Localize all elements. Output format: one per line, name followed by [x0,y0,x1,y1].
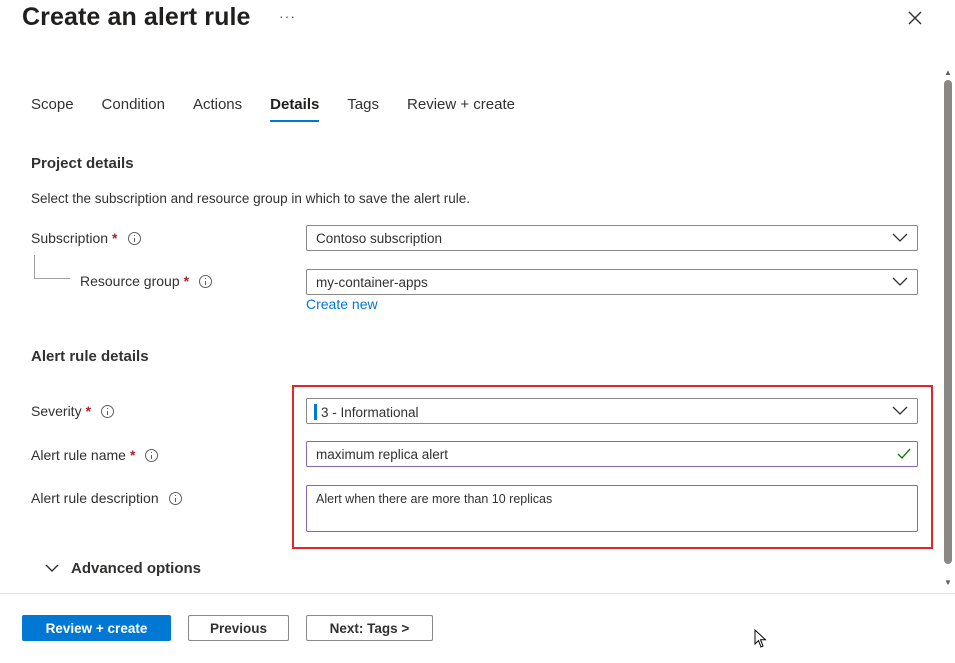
alert-rule-name-label-text: Alert rule name [31,447,126,463]
mouse-cursor-icon [754,629,767,648]
info-icon[interactable] [101,404,115,418]
required-marker: * [85,403,92,419]
advanced-options-label: Advanced options [71,560,202,577]
resource-group-label: Resource group * [80,273,213,289]
required-marker: * [183,273,190,289]
tab-actions[interactable]: Actions [193,96,242,121]
tab-condition[interactable]: Condition [102,96,165,121]
close-icon[interactable] [906,9,924,27]
info-icon[interactable] [127,231,141,245]
tab-bar: Scope Condition Actions Details Tags Rev… [31,96,543,122]
required-marker: * [112,230,118,246]
severity-label-text: Severity [31,403,82,419]
subscription-label: Subscription * [31,230,141,246]
scroll-down-arrow-icon[interactable]: ▼ [944,578,952,587]
required-marker: * [129,447,136,463]
resource-group-dropdown[interactable]: my-container-apps [306,269,918,295]
info-icon[interactable] [145,448,159,462]
footer-divider [0,593,955,594]
project-details-heading: Project details [31,155,134,172]
chevron-down-icon [892,233,908,242]
create-new-link[interactable]: Create new [306,296,378,312]
previous-button[interactable]: Previous [188,615,289,641]
tab-scope[interactable]: Scope [31,96,74,121]
page-title: Create an alert rule [22,3,251,31]
highlight-box [292,385,933,549]
severity-label: Severity * [31,403,115,419]
scroll-up-arrow-icon[interactable]: ▲ [944,68,952,77]
chevron-down-icon [45,564,59,572]
info-icon[interactable] [199,274,213,288]
more-options-button[interactable]: ··· [279,8,296,24]
alert-rule-description-label-text: Alert rule description [31,490,159,506]
subscription-label-text: Subscription [31,230,109,246]
scrollbar-thumb[interactable] [944,80,952,564]
alert-rule-details-heading: Alert rule details [31,348,149,365]
tab-tags[interactable]: Tags [347,96,379,121]
subscription-dropdown[interactable]: Contoso subscription [306,225,918,251]
next-tags-button[interactable]: Next: Tags > [306,615,433,641]
resource-group-value: my-container-apps [316,275,428,290]
chevron-down-icon [892,277,908,286]
tab-details[interactable]: Details [270,96,320,122]
tree-connector [34,255,70,279]
info-icon[interactable] [168,491,182,505]
subscription-value: Contoso subscription [316,231,443,246]
review-create-button[interactable]: Review + create [22,615,171,641]
alert-rule-description-label: Alert rule description [31,490,182,506]
advanced-options-toggle[interactable]: Advanced options [45,560,201,577]
project-details-description: Select the subscription and resource gro… [31,191,470,206]
alert-rule-name-label: Alert rule name * [31,447,159,463]
resource-group-label-text: Resource group [80,273,180,289]
tab-review-create[interactable]: Review + create [407,96,515,121]
